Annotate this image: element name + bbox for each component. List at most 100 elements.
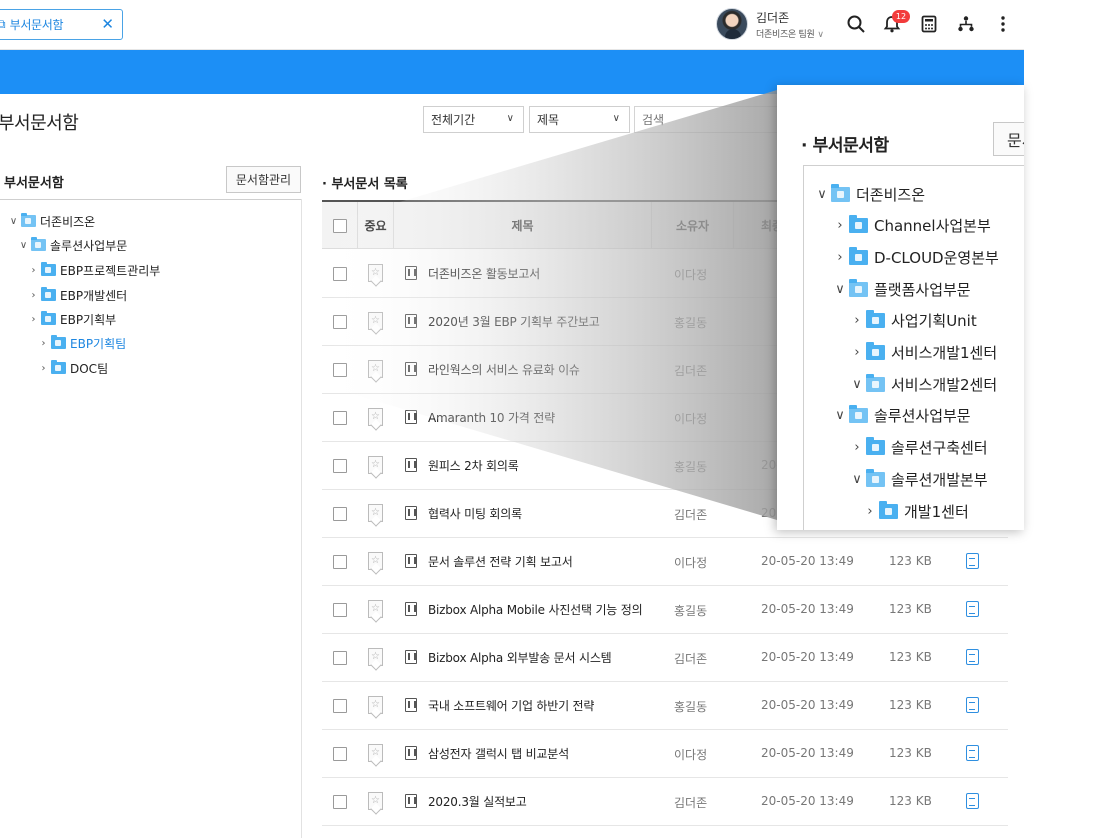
zoom-tree-item[interactable]: ∨ 더존비즈온 [815,181,925,207]
table-row[interactable]: ☆ 문서 솔루션 전략 기획 보고서 이다정 20-05-20 13:49 123 KB [322,538,1008,586]
chevron-down-icon[interactable]: ∨ [833,408,847,423]
row-checkbox[interactable] [333,411,347,425]
row-checkbox[interactable] [333,699,347,713]
star-bookmark-icon[interactable]: ☆ [368,648,383,666]
chevron-right-icon[interactable]: › [28,265,39,276]
search-icon[interactable] [843,11,869,37]
chevron-right-icon[interactable]: › [850,440,864,455]
row-checkbox[interactable] [333,363,347,377]
select-all-checkbox[interactable] [332,218,347,233]
file-icon[interactable] [966,745,979,761]
row-title[interactable]: 원피스 2차 회의록 [428,457,519,474]
row-title[interactable]: 2020년 3월 EBP 기획부 주간보고 [428,313,600,330]
row-checkbox[interactable] [333,603,347,617]
star-bookmark-icon[interactable]: ☆ [368,504,383,522]
tree-item-solution-division[interactable]: ∨ 솔루션사업부문 [18,235,127,255]
chevron-right-icon[interactable]: › [850,345,864,360]
row-checkbox[interactable] [333,507,347,521]
tree-item-ebp-planning-team[interactable]: › EBP기획팀 [38,333,126,353]
org-chart-icon[interactable] [953,11,979,37]
zoom-tree-item[interactable]: › Channel사업본부 [833,213,991,239]
file-icon[interactable] [966,553,979,569]
header-owner[interactable]: 소유자 [652,202,734,249]
star-bookmark-icon[interactable]: ☆ [368,600,383,618]
row-title[interactable]: 협력사 미팅 회의록 [428,505,522,522]
star-bookmark-icon[interactable]: ☆ [368,312,383,330]
zoom-tree-item[interactable]: ∨ 플랫폼사업부문 [833,276,971,302]
star-bookmark-icon[interactable]: ☆ [368,360,383,378]
star-bookmark-icon[interactable]: ☆ [368,696,383,714]
chevron-down-icon[interactable]: ∨ [18,240,29,251]
chevron-down-icon[interactable]: ∨ [833,282,847,297]
row-checkbox[interactable] [333,555,347,569]
header-select-all[interactable] [322,202,358,249]
row-title[interactable]: 더존비즈온 활동보고서 [428,265,540,282]
chevron-right-icon[interactable]: › [28,290,39,301]
calculator-icon[interactable] [916,11,942,37]
row-title[interactable]: 삼성전자 갤럭시 탭 비교분석 [428,745,569,762]
zoom-tree-item[interactable]: › 사업기획Unit [850,308,977,334]
zoom-tree-item[interactable]: › 개발1센터 [863,498,969,524]
row-checkbox[interactable] [333,795,347,809]
tree-item-doc-team[interactable]: › DOC팀 [38,358,108,378]
zoom-tree-item[interactable]: ∨ 솔루션사업부문 [833,403,971,429]
star-bookmark-icon[interactable]: ☆ [368,264,383,282]
row-title[interactable]: 국내 소프트웨어 기업 하반기 전략 [428,697,594,714]
tree-item-ebp-project[interactable]: › EBP프로젝트관리부 [28,260,160,280]
row-title[interactable]: 2020.3월 실적보고 [428,793,527,810]
star-bookmark-icon[interactable]: ☆ [368,408,383,426]
star-bookmark-icon[interactable]: ☆ [368,456,383,474]
row-title[interactable]: Bizbox Alpha 외부발송 문서 시스템 [428,649,612,666]
table-row[interactable]: ☆ 국내 소프트웨어 기업 하반기 전략 홍길동 20-05-20 13:49 123 … [322,682,1008,730]
zoom-tree-item[interactable]: › D-CLOUD운영본부 [833,244,999,270]
star-bookmark-icon[interactable]: ☆ [368,792,383,810]
row-checkbox[interactable] [333,267,347,281]
header-important[interactable]: 중요 [358,202,394,249]
zoom-tree-item[interactable]: › 솔루션구축센터 [850,435,988,461]
star-bookmark-icon[interactable]: ☆ [368,552,383,570]
chevron-down-icon[interactable]: ∨ [850,472,864,487]
file-icon[interactable] [966,601,979,617]
row-checkbox[interactable] [333,651,347,665]
chevron-right-icon[interactable]: › [833,218,847,233]
star-bookmark-icon[interactable]: ☆ [368,744,383,762]
zoom-tree-item[interactable]: › 서비스개발1센터 [850,340,997,366]
chevron-down-icon[interactable]: ∨ [850,377,864,392]
manage-folders-button[interactable]: 문서함관리 [993,122,1024,156]
period-select[interactable]: 전체기간 ∨ [423,106,524,133]
table-row[interactable]: ☆ Bizbox Alpha 외부발송 문서 시스템 김더존 20-05-20 13:… [322,634,1008,682]
file-icon[interactable] [966,649,979,665]
close-icon[interactable]: ✕ [101,15,114,33]
more-vertical-icon[interactable] [990,11,1016,37]
tree-item-ebp-planning[interactable]: › EBP기획부 [28,309,116,329]
row-title[interactable]: 문서 솔루션 전략 기획 보고서 [428,553,573,570]
chevron-right-icon[interactable]: › [38,338,49,349]
row-title[interactable]: Amaranth 10 가격 전략 [428,409,555,426]
chevron-right-icon[interactable]: › [38,363,49,374]
manage-folders-button[interactable]: 문서함관리 [226,166,301,193]
header-title[interactable]: 제목 [394,202,652,249]
row-title[interactable]: Bizbox Alpha Mobile 사진선택 기능 정의 [428,601,643,618]
row-checkbox[interactable] [333,459,347,473]
file-icon[interactable] [966,697,979,713]
table-row[interactable]: ☆ 2020.3월 실적보고 김더존 20-05-20 13:49 123 KB [322,778,1008,826]
row-title[interactable]: 라인웍스의 서비스 유료화 이슈 [428,361,580,378]
search-input[interactable] [634,106,794,133]
chevron-right-icon[interactable]: › [863,504,877,519]
row-checkbox[interactable] [333,315,347,329]
table-row[interactable]: ☆ Bizbox Alpha Mobile 사진선택 기능 정의 홍길동 20-05-… [322,586,1008,634]
zoom-tree-item[interactable]: ∨ 서비스개발2센터 [850,371,997,397]
chevron-right-icon[interactable]: › [850,313,864,328]
field-select[interactable]: 제목 ∨ [529,106,630,133]
tab-department-docs[interactable]: ⧉ 부서문서함 ✕ [0,9,123,40]
table-row[interactable]: ☆ 삼성전자 갤럭시 탭 비교분석 이다정 20-05-20 13:49 123 KB [322,730,1008,778]
chevron-right-icon[interactable]: › [833,250,847,265]
file-icon[interactable] [966,793,979,809]
chevron-down-icon[interactable]: ∨ [815,187,829,202]
tree-item-ebp-dev[interactable]: › EBP개발센터 [28,285,127,305]
row-checkbox[interactable] [333,747,347,761]
zoom-tree-item[interactable]: ∨ 솔루션개발본부 [850,466,988,492]
chevron-right-icon[interactable]: › [28,314,39,325]
chevron-down-icon[interactable]: ∨ [8,216,19,227]
tree-item-douzone[interactable]: ∨ 더존비즈온 [8,211,95,231]
